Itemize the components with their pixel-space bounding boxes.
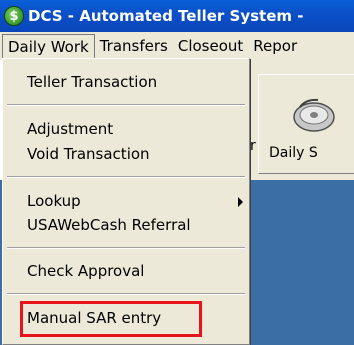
cd-disk-icon — [293, 98, 335, 132]
menu-item-check-approval[interactable]: Check Approval — [3, 258, 249, 284]
menu-transfers[interactable]: Transfers — [95, 34, 173, 58]
toolbar-button-partial-label: r — [250, 138, 256, 154]
menu-reports[interactable]: Repor — [248, 34, 302, 58]
title-bar: $ DCS - Automated Teller System - — [0, 0, 354, 32]
daily-summary-label: Daily S — [269, 145, 318, 161]
submenu-arrow-icon — [238, 197, 243, 207]
menu-closeout[interactable]: Closeout — [173, 34, 248, 58]
menu-separator — [7, 247, 245, 249]
toolbar: r Daily S — [250, 60, 354, 180]
window-title: DCS - Automated Teller System - — [28, 7, 304, 25]
menu-item-usawebcash-referral[interactable]: USAWebCash Referral — [3, 212, 249, 238]
menu-item-void-transaction[interactable]: Void Transaction — [3, 141, 249, 167]
menu-daily-work[interactable]: Daily Work — [2, 33, 95, 59]
highlight-annotation — [20, 301, 202, 337]
menu-separator — [7, 104, 245, 106]
menu-item-teller-transaction[interactable]: Teller Transaction — [3, 69, 249, 95]
menu-item-adjustment[interactable]: Adjustment — [3, 116, 249, 142]
menu-separator — [7, 293, 245, 295]
menu-item-lookup-label: Lookup — [27, 192, 81, 210]
menu-separator — [7, 176, 245, 178]
menu-item-lookup[interactable]: Lookup — [3, 188, 249, 214]
menu-bar: Daily Work Transfers Closeout Repor — [0, 32, 354, 60]
daily-summary-button[interactable]: Daily S — [258, 74, 354, 174]
app-logo-icon: $ — [4, 6, 24, 26]
